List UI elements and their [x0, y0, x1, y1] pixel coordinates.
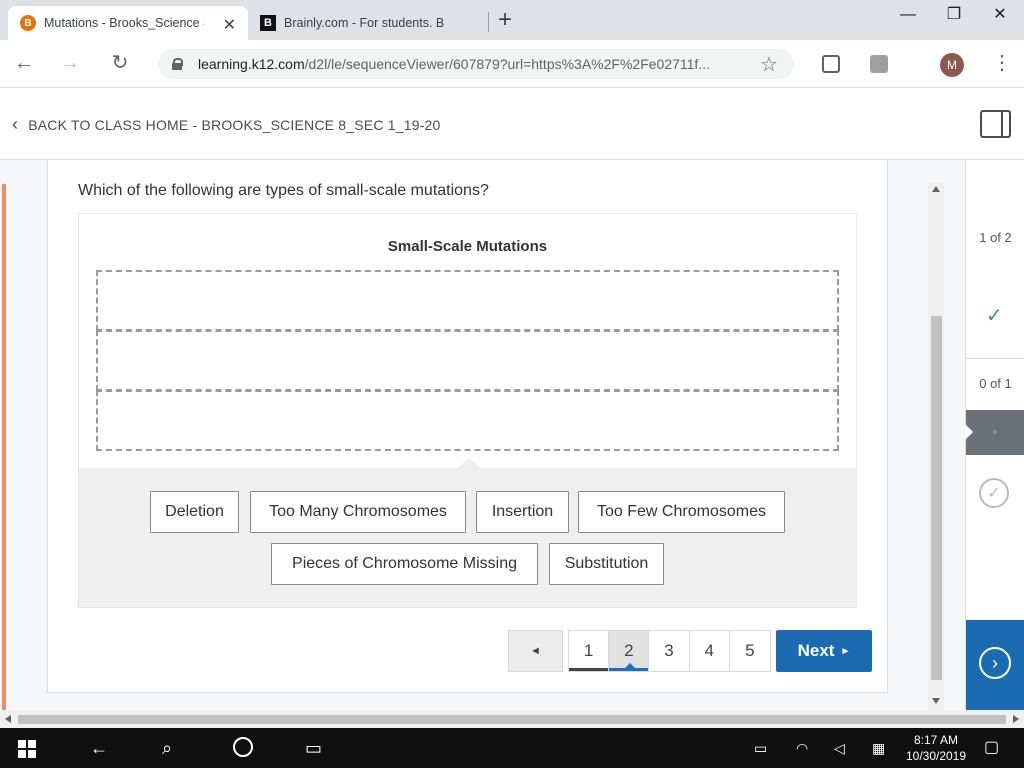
sidebar-active-item[interactable] [966, 410, 1024, 455]
forward-arrow-icon[interactable]: → [58, 52, 82, 74]
drop-area: Small-Scale Mutations [78, 213, 857, 469]
chip-insertion[interactable]: Insertion [476, 491, 569, 533]
tab-brainly[interactable]: B Brainly.com - For students. By student… [248, 6, 488, 40]
address-bar[interactable]: learning.k12.com/d2l/le/sequenceViewer/6… [158, 49, 794, 79]
keyboard-icon[interactable]: ▦ [872, 738, 885, 758]
system-clock[interactable]: 8:17 AM 10/30/2019 [896, 732, 976, 764]
chip-substitution[interactable]: Substitution [549, 543, 664, 585]
progress-count-2: 0 of 1 [979, 376, 1012, 391]
minimize-button[interactable]: — [888, 4, 928, 26]
sidebar-divider [966, 358, 1024, 359]
chevron-left-icon: ‹ [12, 114, 19, 134]
page-1-button[interactable]: 1 [569, 631, 610, 671]
page-5-button[interactable]: 5 [730, 631, 770, 671]
maximize-button[interactable]: ❐ [934, 4, 974, 26]
notification-icon[interactable]: ▢ [984, 738, 999, 758]
scroll-right-icon[interactable] [1013, 715, 1019, 723]
circle-check-icon[interactable]: ✓ [979, 478, 1009, 508]
hscroll-thumb[interactable] [18, 715, 1006, 724]
close-window-button[interactable]: ✕ [980, 4, 1020, 26]
close-tab-icon[interactable]: ✕ [223, 15, 236, 35]
lock-icon [172, 58, 183, 70]
progress-count-1: 1 of 2 [979, 230, 1012, 245]
tab-mutations[interactable]: B Mutations - Brooks_Science 8_SEC ✕ [8, 6, 248, 40]
chip-deletion[interactable]: Deletion [150, 491, 239, 533]
vertical-scrollbar[interactable] [928, 182, 944, 710]
menu-kebab-icon[interactable]: ⋮ [992, 52, 1012, 74]
drop-slot-2[interactable] [96, 330, 839, 391]
previous-page-button[interactable]: ◄ [508, 630, 563, 672]
windows-taskbar: ← ⌕ ▭ ▭ ◠ ◁ ▦ 8:17 AM 10/30/2019 ▢ [0, 728, 1024, 768]
url-host: learning.k12.com [198, 56, 305, 72]
wifi-icon[interactable]: ◠ [796, 738, 808, 758]
new-tab-button[interactable]: + [498, 8, 512, 32]
chevron-right-circle-icon: › [979, 647, 1011, 679]
page-3-button[interactable]: 3 [649, 631, 690, 671]
drop-area-title: Small-Scale Mutations [387, 238, 548, 255]
task-view-icon[interactable]: ▭ [305, 738, 322, 758]
page-2-button[interactable]: 2 [609, 631, 650, 671]
chip-too-many-chromosomes[interactable]: Too Many Chromosomes [250, 491, 466, 533]
profile-avatar[interactable]: M [940, 53, 964, 77]
dot-icon [993, 430, 997, 434]
drop-slot-1[interactable] [96, 270, 839, 331]
drop-slot-3[interactable] [96, 390, 839, 451]
back-arrow-icon[interactable]: ← [90, 738, 108, 758]
cortana-icon[interactable] [233, 737, 253, 757]
scroll-thumb[interactable] [931, 316, 942, 680]
media-extension-icon[interactable] [822, 55, 840, 73]
accent-bar [2, 184, 6, 710]
scroll-down-icon[interactable] [932, 698, 940, 704]
panel-toggle-icon[interactable] [980, 110, 1011, 138]
question-prompt: Which of the following are types of smal… [78, 182, 489, 199]
page-header: ‹ BACK TO CLASS HOME - BROOKS_SCIENCE 8_… [0, 88, 1024, 160]
back-to-class-link[interactable]: ‹ BACK TO CLASS HOME - BROOKS_SCIENCE 8_… [12, 114, 441, 135]
battery-icon[interactable]: ▭ [754, 738, 767, 758]
next-button[interactable]: Next ► [776, 630, 872, 672]
back-arrow-icon[interactable]: ← [12, 52, 36, 74]
volume-icon[interactable]: ◁ [834, 738, 845, 758]
url-path: /d2l/le/sequenceViewer/607879?url=https%… [304, 56, 710, 72]
page-numbers: 1 2 3 4 5 [568, 630, 771, 672]
check-icon: ✓ [986, 305, 1003, 327]
horizontal-scrollbar[interactable] [0, 710, 1024, 728]
sidebar-next-button[interactable]: › [966, 620, 1024, 710]
search-icon[interactable]: ⌕ [162, 738, 172, 758]
next-label: Next [797, 641, 835, 660]
bookmark-star-icon[interactable]: ☆ [760, 52, 778, 77]
bank-notch [457, 458, 481, 468]
question-card: Which of the following are types of smal… [47, 160, 888, 693]
tab-separator [488, 12, 489, 32]
content-area: Which of the following are types of smal… [0, 160, 965, 710]
clock-time: 8:17 AM [913, 733, 959, 747]
chip-pieces-missing[interactable]: Pieces of Chromosome Missing [271, 543, 538, 585]
tab-title: Mutations - Brooks_Science 8_SEC [44, 16, 204, 30]
url-text: learning.k12.com/d2l/le/sequenceViewer/6… [198, 56, 746, 72]
progress-sidebar: 1 of 2 ✓ 0 of 1 ✓ › [965, 160, 1024, 710]
chip-too-few-chromosomes[interactable]: Too Few Chromosomes [578, 491, 785, 533]
scroll-up-icon[interactable] [932, 186, 940, 192]
windows-start-icon[interactable] [18, 740, 36, 758]
clock-date: 10/30/2019 [905, 749, 967, 763]
back-link-label: BACK TO CLASS HOME - BROOKS_SCIENCE 8_SE… [28, 116, 441, 133]
page-4-button[interactable]: 4 [690, 631, 730, 671]
answer-bank: Deletion Too Many Chromosomes Insertion … [78, 458, 857, 608]
play-triangle-icon: ► [840, 645, 851, 657]
active-notch [965, 424, 973, 440]
k12-favicon-icon: B [20, 15, 36, 31]
scroll-left-icon[interactable] [5, 715, 11, 723]
brainly-favicon-icon: B [260, 15, 276, 31]
tab-title: Brainly.com - For students. By students. [284, 16, 444, 30]
reload-icon[interactable]: ↻ [108, 52, 132, 74]
browser-tabstrip: B Mutations - Brooks_Science 8_SEC ✕ B B… [0, 0, 1024, 40]
extension-icon[interactable] [870, 55, 888, 73]
